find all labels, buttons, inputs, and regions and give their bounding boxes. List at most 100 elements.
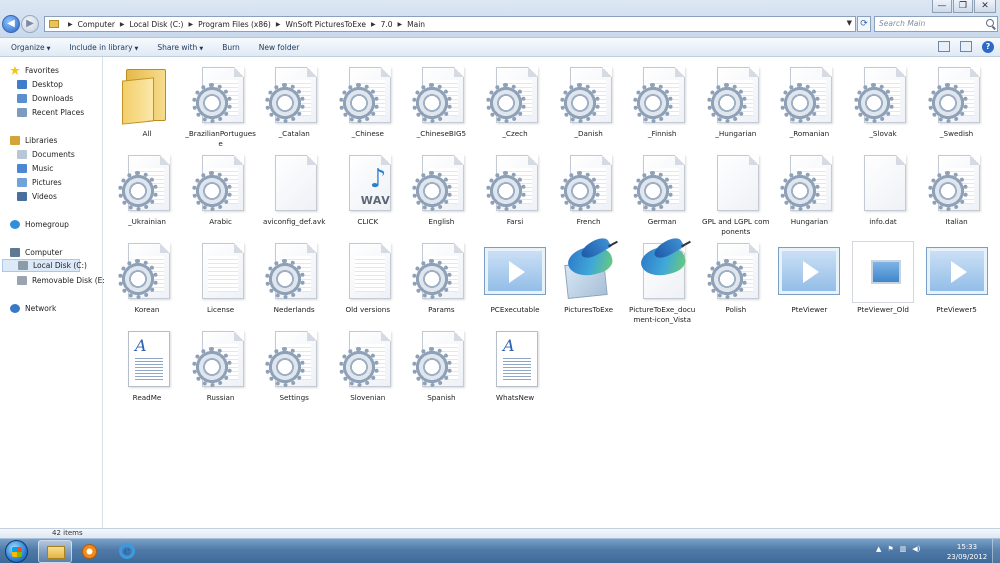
clock[interactable]: 15:33 23/09/2012 — [940, 542, 994, 562]
file-item[interactable]: _Slovak — [847, 65, 919, 139]
maximize-button[interactable]: ❐ — [953, 0, 973, 13]
file-item[interactable]: Arabic — [185, 153, 257, 227]
file-item[interactable]: _Ukrainian — [111, 153, 183, 227]
file-item[interactable]: PteViewer_Old — [847, 241, 919, 315]
file-item[interactable]: Polish — [700, 241, 772, 315]
tray-expand-icon[interactable]: ▲ — [876, 545, 881, 553]
nav-computer[interactable]: Computer — [10, 246, 62, 259]
refresh-button[interactable]: ⟳ — [857, 16, 871, 32]
minimize-button[interactable]: — — [932, 0, 952, 13]
file-item[interactable]: aviconfig_def.avk — [258, 153, 330, 227]
file-item[interactable]: _Czech — [479, 65, 551, 139]
nav-desktop[interactable]: Desktop — [17, 78, 63, 91]
nav-favorites[interactable]: Favorites — [10, 64, 59, 77]
nav-network[interactable]: Network — [10, 302, 56, 315]
network-icon — [10, 304, 20, 313]
file-item[interactable]: _ChineseBIG5 — [405, 65, 477, 139]
back-button[interactable]: ◀ — [2, 15, 20, 33]
breadcrumb-item[interactable]: Local Disk (C:) — [130, 20, 184, 29]
file-item[interactable]: PteViewer5 — [921, 241, 993, 315]
file-item[interactable]: German — [626, 153, 698, 227]
taskbar-media-player-button[interactable] — [73, 540, 107, 563]
breadcrumb-separator-icon[interactable]: ▶ — [276, 21, 281, 28]
file-item[interactable]: License — [185, 241, 257, 315]
file-item[interactable]: A ReadMe — [111, 329, 183, 403]
burn-button[interactable]: Burn — [211, 43, 248, 52]
file-item[interactable]: PictureToExe_document-icon_Vista — [626, 234, 698, 325]
file-item[interactable]: _Finnish — [626, 65, 698, 139]
nav-local-disk[interactable]: Local Disk (C:) — [2, 259, 87, 272]
file-item[interactable]: A WhatsNew — [479, 329, 551, 403]
file-item[interactable]: Nederlands — [258, 241, 330, 315]
show-desktop-button[interactable] — [992, 539, 1000, 563]
nav-downloads[interactable]: Downloads — [17, 92, 73, 105]
help-icon[interactable]: ? — [982, 41, 994, 53]
file-item[interactable]: Russian — [185, 329, 257, 403]
file-item[interactable]: _Chinese — [332, 65, 404, 139]
nav-removable-disk[interactable]: Removable Disk (E:) — [17, 274, 108, 287]
file-item[interactable]: Hungarian — [773, 153, 845, 227]
breadcrumb-separator-icon[interactable]: ▶ — [371, 21, 376, 28]
network-tray-icon[interactable]: ▥ — [900, 545, 907, 553]
flag-icon[interactable]: ⚑ — [887, 545, 893, 553]
volume-icon[interactable]: ◀) — [912, 545, 920, 553]
share-with-button[interactable]: Share with ▼ — [146, 43, 211, 52]
breadcrumb-item[interactable]: WnSoft PicturesToExe — [285, 20, 366, 29]
start-button[interactable] — [5, 540, 28, 563]
nav-documents[interactable]: Documents — [17, 148, 75, 161]
back-arrow-icon: ◀ — [7, 18, 15, 29]
file-item[interactable]: Params — [405, 241, 477, 315]
file-item[interactable]: _Hungarian — [700, 65, 772, 139]
file-item[interactable]: PteViewer — [773, 241, 845, 315]
forward-button[interactable]: ▶ — [21, 15, 39, 33]
address-bar[interactable]: ▶ Computer ▶ Local Disk (C:) ▶ Program Files … — [44, 16, 856, 32]
file-item[interactable]: French — [553, 153, 625, 227]
address-dropdown-icon[interactable]: ▼ — [847, 19, 852, 27]
file-item[interactable]: PCExecutable — [479, 241, 551, 315]
change-view-icon[interactable] — [938, 41, 950, 52]
nav-libraries[interactable]: Libraries — [10, 134, 57, 147]
search-icon[interactable] — [986, 19, 994, 27]
file-item[interactable]: All — [111, 65, 183, 139]
breadcrumb-item[interactable]: Main — [407, 20, 425, 29]
file-item[interactable]: Spanish — [405, 329, 477, 403]
file-item[interactable]: English — [405, 153, 477, 227]
breadcrumb-item[interactable]: Computer — [78, 20, 115, 29]
taskbar-explorer-button[interactable] — [38, 540, 72, 563]
breadcrumb-separator-icon[interactable]: ▶ — [120, 21, 125, 28]
breadcrumb-separator-icon[interactable]: ▶ — [398, 21, 403, 28]
file-item[interactable]: Farsi — [479, 153, 551, 227]
file-item[interactable]: _Swedish — [921, 65, 993, 139]
organize-button[interactable]: Organize ▼ — [0, 43, 58, 52]
config-file-icon — [927, 153, 984, 215]
new-folder-button[interactable]: New folder — [248, 43, 308, 52]
file-item[interactable]: ♪ WAV CLICK — [332, 153, 404, 227]
breadcrumb-separator-icon[interactable]: ▶ — [188, 21, 193, 28]
taskbar-ie-button[interactable]: e — [111, 540, 145, 563]
file-name: CLICK — [357, 217, 379, 226]
file-item[interactable]: Old versions — [332, 241, 404, 315]
file-item[interactable]: Settings — [258, 329, 330, 403]
file-item[interactable]: Italian — [921, 153, 993, 227]
nav-music[interactable]: Music — [17, 162, 53, 175]
file-item[interactable]: Slovenian — [332, 329, 404, 403]
search-input[interactable]: Search Main — [874, 16, 998, 32]
file-item[interactable]: GPL and LGPL components — [700, 153, 772, 237]
nav-recent-places[interactable]: Recent Places — [17, 106, 84, 119]
file-item[interactable]: Korean — [111, 241, 183, 315]
include-in-library-button[interactable]: Include in library ▼ — [58, 43, 146, 52]
file-item[interactable]: _Catalan — [258, 65, 330, 139]
nav-videos[interactable]: Videos — [17, 190, 57, 203]
nav-pictures[interactable]: Pictures — [17, 176, 62, 189]
preview-pane-icon[interactable] — [960, 41, 972, 52]
file-item[interactable]: PicturesToExe — [553, 234, 625, 315]
breadcrumb-item[interactable]: 7.0 — [381, 20, 393, 29]
file-item[interactable]: _Romanian — [773, 65, 845, 139]
breadcrumb-separator-icon[interactable]: ▶ — [68, 21, 73, 28]
close-button[interactable]: ✕ — [974, 0, 996, 13]
file-item[interactable]: info.dat — [847, 153, 919, 227]
nav-homegroup[interactable]: Homegroup — [10, 218, 69, 231]
breadcrumb-item[interactable]: Program Files (x86) — [198, 20, 271, 29]
file-item[interactable]: _BrazilianPortuguese — [185, 65, 257, 149]
file-item[interactable]: _Danish — [553, 65, 625, 139]
